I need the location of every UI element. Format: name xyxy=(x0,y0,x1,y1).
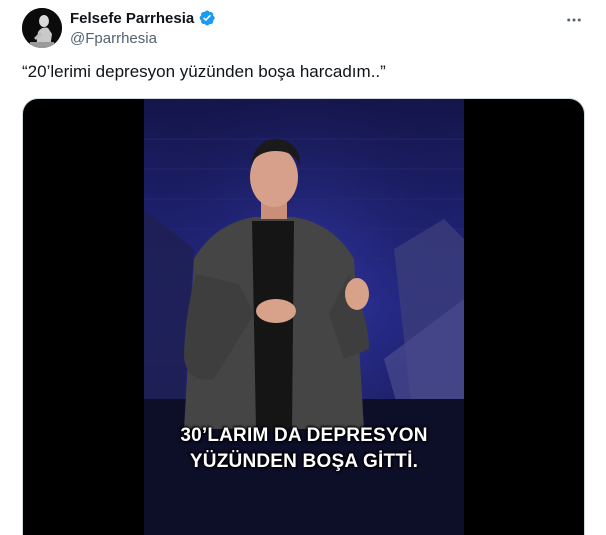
more-options-button[interactable] xyxy=(562,8,586,32)
video-subtitle-line2: YÜZÜNDEN BOŞA GİTTİ. xyxy=(189,451,419,472)
user-handle[interactable]: @Fparrhesia xyxy=(70,30,216,47)
verified-badge-icon[interactable] xyxy=(198,9,216,27)
video-player[interactable]: 30’LARIM DA DEPRESYON YÜZÜNDEN BOŞA GİTT… xyxy=(22,98,585,535)
tweet-header: Felsefe Parrhesia @Fparrhesia xyxy=(70,8,216,48)
more-horizontal-icon xyxy=(567,18,581,22)
video-frame[interactable]: 30’LARIM DA DEPRESYON YÜZÜNDEN BOŞA GİTT… xyxy=(144,99,464,535)
tweet-text: “20’lerimi depresyon yüzünden boşa harca… xyxy=(22,62,386,81)
figure-silhouette-icon xyxy=(22,8,62,48)
video-subtitle-line1: 30’LARIM DA DEPRESYON xyxy=(180,425,428,446)
display-name[interactable]: Felsefe Parrhesia xyxy=(70,10,194,27)
avatar[interactable] xyxy=(22,8,62,48)
tweet-card: Felsefe Parrhesia @Fparrhesia “20’lerimi… xyxy=(0,0,606,535)
name-row: Felsefe Parrhesia xyxy=(70,8,216,28)
